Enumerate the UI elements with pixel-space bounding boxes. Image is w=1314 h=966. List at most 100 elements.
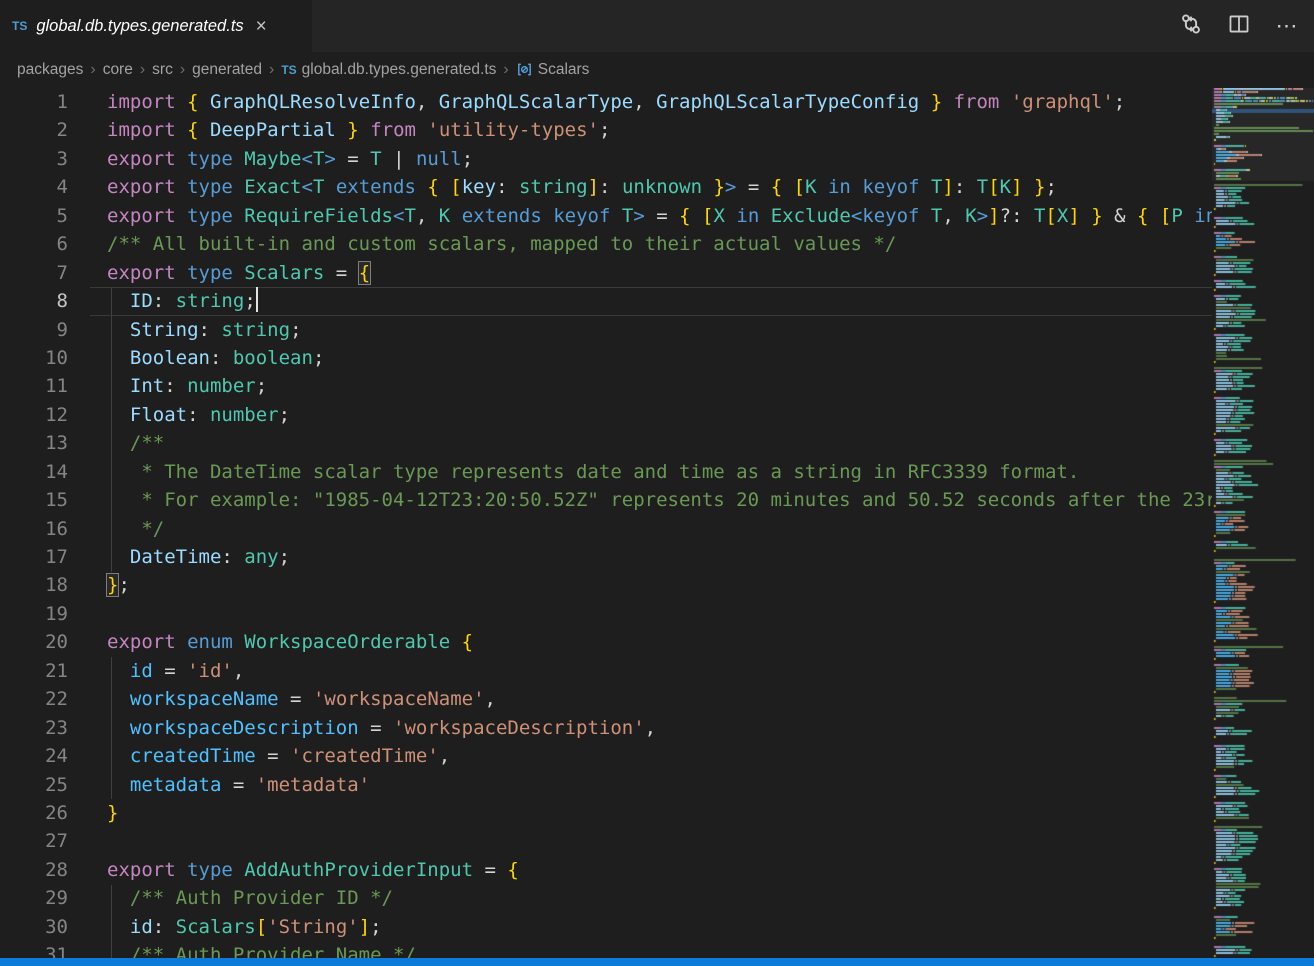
breadcrumb-item-packages[interactable]: packages (17, 61, 83, 79)
code-token: = (473, 859, 507, 881)
code-line[interactable]: String: string; (90, 316, 1212, 344)
code-token: export (107, 148, 187, 170)
code-token: string (176, 290, 245, 312)
code-line[interactable]: /** Auth Provider Name */ (90, 941, 1212, 958)
code-line[interactable]: export type AddAuthProviderInput = { (90, 856, 1212, 884)
line-number[interactable]: 6 (0, 230, 90, 258)
line-number[interactable]: 16 (0, 515, 90, 543)
editor: 1234567891011121314151617181920212223242… (0, 88, 1314, 958)
code-line[interactable]: /** All built-in and custom scalars, map… (90, 230, 1212, 258)
code-token: T (404, 205, 415, 227)
line-number[interactable]: 2 (0, 116, 90, 144)
code-token (107, 944, 130, 958)
code-token: , (633, 91, 656, 113)
line-number[interactable]: 9 (0, 316, 90, 344)
code-line[interactable]: * For example: "1985-04-12T23:20:50.52Z"… (90, 486, 1212, 514)
line-number[interactable]: 14 (0, 458, 90, 486)
breadcrumb-item-scalars[interactable]: Scalars (538, 61, 590, 79)
line-number[interactable]: 15 (0, 486, 90, 514)
line-number[interactable]: 22 (0, 685, 90, 713)
line-number[interactable]: 4 (0, 173, 90, 201)
code-line[interactable]: id: Scalars['String']; (90, 913, 1212, 941)
split-editor-button[interactable] (1222, 9, 1256, 43)
chevron-right-icon: › (140, 61, 145, 79)
close-icon[interactable]: × (256, 17, 267, 36)
line-number[interactable]: 27 (0, 827, 90, 855)
code-line[interactable]: import { DeepPartial } from 'utility-typ… (90, 116, 1212, 144)
open-changes-button[interactable] (1174, 9, 1208, 43)
code-line[interactable]: export type Scalars = { (90, 259, 1212, 287)
code-line[interactable] (90, 600, 1212, 628)
code-line[interactable]: export type Exact<T extends { [key: stri… (90, 173, 1212, 201)
line-number[interactable]: 8 (0, 287, 90, 315)
breadcrumb: packages › core › src › generated › TS g… (0, 52, 1314, 88)
line-number[interactable]: 11 (0, 372, 90, 400)
line-number[interactable]: 1 (0, 88, 90, 116)
line-number[interactable]: 21 (0, 657, 90, 685)
code-line[interactable]: createdTime = 'createdTime', (90, 742, 1212, 770)
line-number[interactable]: 28 (0, 856, 90, 884)
line-number[interactable]: 10 (0, 344, 90, 372)
code-line[interactable]: ID: string; (90, 287, 1212, 315)
code-line[interactable]: export type Maybe<T> = T | null; (90, 145, 1212, 173)
line-number[interactable]: 24 (0, 742, 90, 770)
line-number[interactable]: 17 (0, 543, 90, 571)
code-token: string (519, 176, 588, 198)
code-token: type (187, 176, 244, 198)
line-number[interactable]: 30 (0, 913, 90, 941)
code-line[interactable]: workspaceName = 'workspaceName', (90, 685, 1212, 713)
line-number[interactable]: 20 (0, 628, 90, 656)
code-token (199, 91, 210, 113)
code-token: : (954, 176, 977, 198)
code-token: workspaceDescription (130, 717, 359, 739)
code-token: { (679, 205, 690, 227)
breadcrumb-item-core[interactable]: core (103, 61, 133, 79)
code-line[interactable]: metadata = 'metadata' (90, 771, 1212, 799)
line-number[interactable]: 3 (0, 145, 90, 173)
code-line[interactable]: export enum WorkspaceOrderable { (90, 628, 1212, 656)
tab-global-db-types[interactable]: TS global.db.types.generated.ts × (0, 0, 312, 52)
breadcrumb-item-generated[interactable]: generated (192, 61, 262, 79)
breadcrumb-item-src[interactable]: src (152, 61, 173, 79)
line-number[interactable]: 23 (0, 714, 90, 742)
code-line[interactable]: } (90, 799, 1212, 827)
line-number-gutter[interactable]: 1234567891011121314151617181920212223242… (0, 88, 90, 958)
code-token: 'graphql' (1011, 91, 1114, 113)
code-line[interactable]: /** Auth Provider ID */ (90, 884, 1212, 912)
code-line[interactable]: workspaceDescription = 'workspaceDescrip… (90, 714, 1212, 742)
code-line[interactable]: Float: number; (90, 401, 1212, 429)
code-line[interactable]: * The DateTime scalar type represents da… (90, 458, 1212, 486)
line-number[interactable]: 19 (0, 600, 90, 628)
minimap[interactable] (1212, 88, 1314, 958)
code-line[interactable]: DateTime: any; (90, 543, 1212, 571)
code-line[interactable]: Boolean: boolean; (90, 344, 1212, 372)
breadcrumb-item-filename[interactable]: global.db.types.generated.ts (302, 61, 497, 79)
line-number[interactable]: 25 (0, 771, 90, 799)
code-token (107, 432, 130, 454)
line-number[interactable]: 18 (0, 571, 90, 599)
code-token: } (107, 802, 118, 824)
code-line[interactable]: Int: number; (90, 372, 1212, 400)
line-number[interactable]: 26 (0, 799, 90, 827)
code-token: K (1000, 176, 1011, 198)
line-number[interactable]: 13 (0, 429, 90, 457)
code-area[interactable]: import { GraphQLResolveInfo, GraphQLScal… (90, 88, 1212, 958)
code-line[interactable]: import { GraphQLResolveInfo, GraphQLScal… (90, 88, 1212, 116)
code-line[interactable]: export type RequireFields<T, K extends k… (90, 202, 1212, 230)
code-token (851, 176, 862, 198)
line-number[interactable]: 12 (0, 401, 90, 429)
code-token: { (507, 859, 518, 881)
line-number[interactable]: 31 (0, 941, 90, 958)
code-line[interactable]: */ (90, 515, 1212, 543)
code-token: enum (187, 631, 244, 653)
code-token: /** Auth Provider ID */ (130, 887, 393, 909)
line-number[interactable]: 29 (0, 884, 90, 912)
code-line[interactable] (90, 827, 1212, 855)
code-line[interactable]: /** (90, 429, 1212, 457)
code-line[interactable]: id = 'id', (90, 657, 1212, 685)
line-number[interactable]: 5 (0, 202, 90, 230)
code-line[interactable]: }; (90, 571, 1212, 599)
code-token (919, 205, 930, 227)
more-actions-button[interactable]: ⋯ (1270, 9, 1304, 43)
line-number[interactable]: 7 (0, 259, 90, 287)
